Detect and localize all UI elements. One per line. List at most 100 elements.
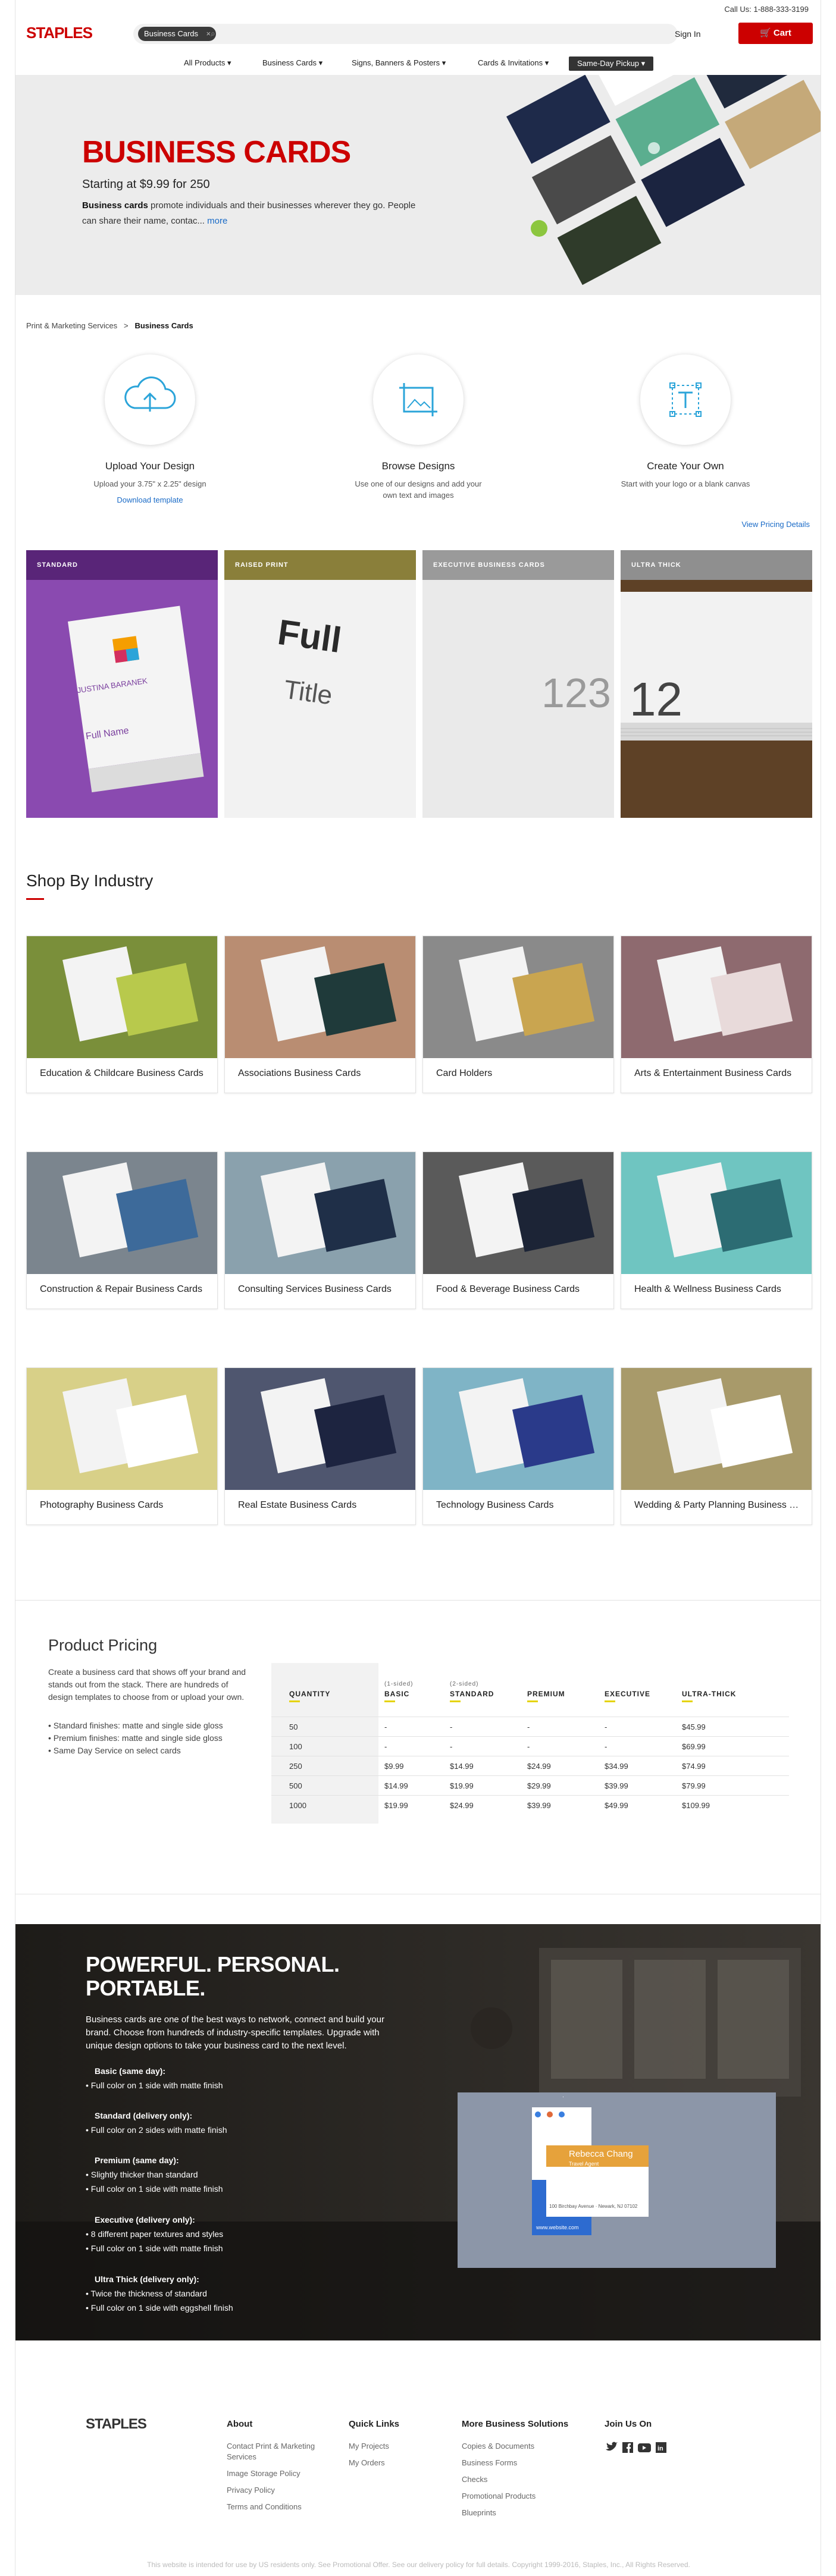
footer-link[interactable]: Promotional Products bbox=[462, 2491, 568, 2502]
search-bar[interactable]: Business Cards × ⌕ bbox=[133, 24, 678, 44]
industry-tile[interactable]: Education & Childcare Business Cards bbox=[26, 936, 218, 1093]
feature-ultra-thick: Ultra Thick (delivery only): • Twice the … bbox=[86, 2272, 233, 2315]
option-browse[interactable]: Browse Designs Use one of our designs an… bbox=[329, 354, 508, 501]
nav-signs-banners[interactable]: Signs, Banners & Posters ▾ bbox=[352, 58, 446, 68]
cart-button[interactable]: 🛒 Cart bbox=[738, 23, 813, 44]
table-cell: $45.99 bbox=[682, 1722, 706, 1731]
industry-card-image bbox=[27, 936, 217, 1058]
option-create-sub: Start with your logo or a blank canvas bbox=[621, 479, 750, 488]
footer-logo[interactable]: STAPLES bbox=[86, 2416, 147, 2433]
table-cell: $14.99 bbox=[384, 1781, 408, 1790]
footer-link[interactable]: Business Forms bbox=[462, 2458, 568, 2468]
industry-tile[interactable]: Associations Business Cards bbox=[224, 936, 416, 1093]
pricing-table: QUANTITY BASIC (1-sided) STANDARD (2-sided) P… bbox=[271, 1663, 789, 1824]
main-nav: All Products ▾ Business Cards ▾ Signs, B… bbox=[15, 57, 821, 73]
table-cell: - bbox=[605, 1742, 608, 1751]
industry-tile-label: Consulting Services Business Cards bbox=[238, 1284, 392, 1294]
pricing-header: STANDARD bbox=[450, 1690, 494, 1698]
sample-card-title: Travel Agent bbox=[569, 2161, 599, 2167]
industry-tile[interactable]: Real Estate Business Cards bbox=[224, 1367, 416, 1525]
industry-tile[interactable]: Wedding & Party Planning Business Cards bbox=[621, 1367, 812, 1525]
pricing-header: BASIC bbox=[384, 1690, 410, 1698]
header-underline bbox=[527, 1700, 538, 1702]
footer-link[interactable]: Blueprints bbox=[462, 2508, 568, 2518]
table-cell: - bbox=[450, 1742, 453, 1751]
search-chip[interactable]: Business Cards × bbox=[138, 27, 217, 41]
industry-tile[interactable]: Food & Beverage Business Cards bbox=[422, 1151, 614, 1309]
pricing-header: EXECUTIVE bbox=[605, 1690, 651, 1698]
footer-link[interactable]: Contact Print & Marketing Services bbox=[227, 2441, 328, 2462]
industry-card-image bbox=[225, 936, 415, 1058]
hero-more-link[interactable]: more bbox=[207, 216, 227, 226]
footer-link[interactable]: Terms and Conditions bbox=[227, 2502, 328, 2512]
table-cell: - bbox=[527, 1742, 530, 1751]
browse-designs-icon[interactable] bbox=[373, 354, 464, 445]
cart-icon: 🛒 bbox=[760, 28, 771, 38]
view-pricing-link[interactable]: View Pricing Details bbox=[741, 520, 810, 529]
footer-link[interactable]: Checks bbox=[462, 2474, 568, 2485]
industry-tile[interactable]: Arts & Entertainment Business Cards bbox=[621, 936, 812, 1093]
youtube-icon[interactable] bbox=[638, 2443, 651, 2452]
industry-tile[interactable]: Construction & Repair Business Cards bbox=[26, 1151, 218, 1309]
pricing-header: ULTRA-THICK bbox=[682, 1690, 737, 1698]
industry-tile[interactable]: Consulting Services Business Cards bbox=[224, 1151, 416, 1309]
footer-link[interactable]: My Projects bbox=[349, 2441, 399, 2452]
paper-raised-print-tile[interactable]: RAISED PRINT Full Title bbox=[224, 550, 416, 818]
table-cell: - bbox=[527, 1722, 530, 1731]
industry-tile[interactable]: Technology Business Cards bbox=[422, 1367, 614, 1525]
pricing-subheader: (1-sided) bbox=[384, 1681, 414, 1687]
industry-card-image bbox=[423, 936, 613, 1058]
twitter-icon[interactable] bbox=[606, 2442, 618, 2451]
breadcrumb-separator: > bbox=[124, 321, 129, 330]
sample-card-url: www.website.com bbox=[536, 2224, 579, 2230]
pricing-title: Product Pricing bbox=[48, 1636, 158, 1654]
table-cell: 50 bbox=[289, 1722, 298, 1731]
breadcrumb-parent[interactable]: Print & Marketing Services bbox=[26, 321, 117, 330]
footer: STAPLES About Contact Print & Marketing … bbox=[15, 2385, 821, 2576]
footer-link[interactable]: My Orders bbox=[349, 2458, 399, 2468]
nav-all-products[interactable]: All Products ▾ bbox=[184, 58, 231, 68]
table-cell: - bbox=[384, 1722, 387, 1731]
nav-same-day-pickup[interactable]: Same-Day Pickup ▾ bbox=[569, 57, 654, 71]
industry-tile[interactable]: Card Holders bbox=[422, 936, 614, 1093]
option-create[interactable]: Create Your Own Start with your logo or … bbox=[596, 354, 775, 490]
nav-business-cards[interactable]: Business Cards ▾ bbox=[262, 58, 322, 68]
industry-card-image bbox=[621, 936, 812, 1058]
industry-tile[interactable]: Photography Business Cards bbox=[26, 1367, 218, 1525]
table-cell: - bbox=[605, 1722, 608, 1731]
nav-cards-invitations[interactable]: Cards & Invitations ▾ bbox=[478, 58, 549, 68]
create-text-icon[interactable] bbox=[640, 354, 731, 445]
footer-link[interactable]: Copies & Documents bbox=[462, 2441, 568, 2452]
header-underline bbox=[605, 1700, 615, 1702]
footer-join-title: Join Us On bbox=[605, 2419, 652, 2429]
header-underline bbox=[450, 1700, 461, 1702]
footer-link[interactable]: Privacy Policy bbox=[227, 2485, 328, 2496]
paper-executive-tile[interactable]: EXECUTIVE BUSINESS CARDS 123 bbox=[422, 550, 614, 818]
upload-cloud-icon[interactable] bbox=[105, 354, 195, 445]
industry-card-image bbox=[621, 1368, 812, 1490]
table-cell: $19.99 bbox=[384, 1801, 408, 1810]
linkedin-icon[interactable]: in bbox=[656, 2442, 666, 2453]
industry-tile-label: Technology Business Cards bbox=[436, 1500, 554, 1510]
paper-ultra-thick-label: ULTRA THICK bbox=[621, 550, 812, 580]
feature-line: • Full color on 1 side with eggshell fin… bbox=[86, 2303, 233, 2313]
search-icon[interactable]: ⌕ bbox=[211, 29, 215, 39]
paper-ultra-thick-tile[interactable]: ULTRA THICK 12 bbox=[621, 550, 812, 818]
industry-tile[interactable]: Health & Wellness Business Cards bbox=[621, 1151, 812, 1309]
chip-clear-icon[interactable]: × bbox=[206, 27, 211, 41]
sign-in-link[interactable]: Sign In bbox=[675, 29, 701, 39]
pricing-subheader: (2-sided) bbox=[450, 1681, 479, 1687]
industry-tile-label: Real Estate Business Cards bbox=[238, 1500, 357, 1510]
footer-link[interactable]: Image Storage Policy bbox=[227, 2468, 328, 2479]
industry-tile-label: Education & Childcare Business Cards bbox=[40, 1068, 203, 1078]
raised-print-full-text: Full bbox=[275, 611, 344, 661]
download-template-link[interactable]: Download template bbox=[61, 495, 239, 504]
industry-card-image bbox=[423, 1368, 613, 1490]
sample-card-address: 100 Birchbay Avenue · Newark, NJ 07102 bbox=[549, 2204, 638, 2209]
paper-standard-tile[interactable]: STANDARD JUSTINA BARANEK Full Name bbox=[26, 550, 218, 818]
option-create-title: Create Your Own bbox=[647, 460, 724, 472]
staples-logo[interactable]: STAPLES bbox=[26, 24, 93, 42]
facebook-icon[interactable] bbox=[622, 2442, 633, 2453]
pricing-header: PREMIUM bbox=[527, 1690, 565, 1698]
option-upload[interactable]: Upload Your Design Upload your 3.75" x 2… bbox=[61, 354, 239, 504]
